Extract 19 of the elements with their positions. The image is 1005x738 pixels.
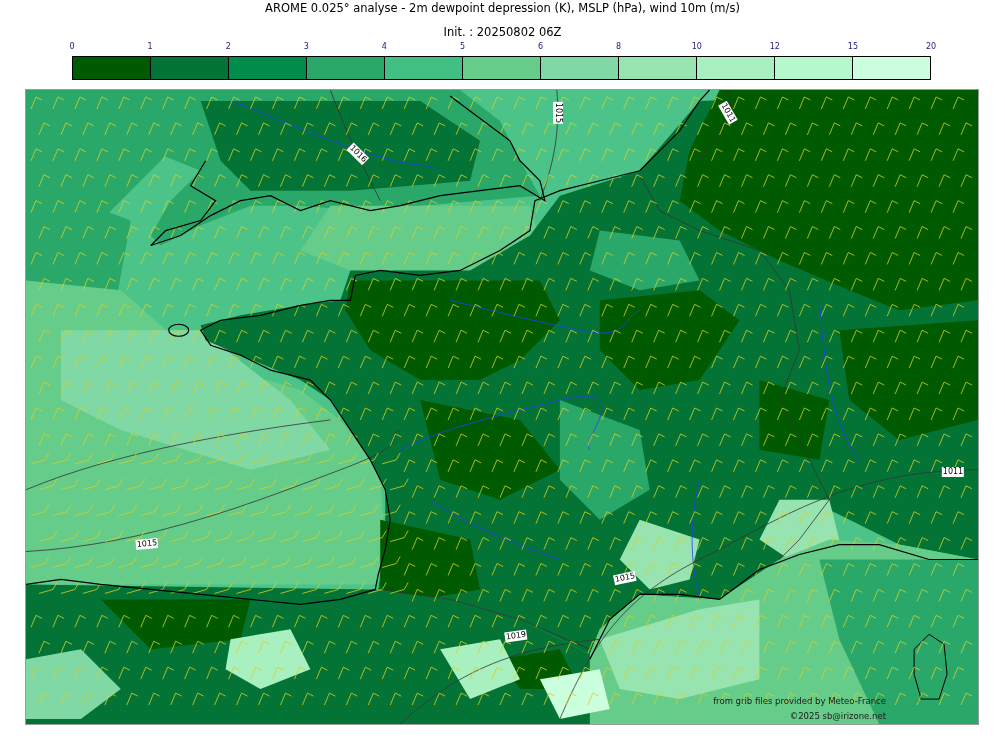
colorbar-tick-label: 6 [538,42,544,52]
colorbar-tick-label: 10 [691,42,702,52]
colorbar-tick-label: 12 [769,42,780,52]
chart-subtitle: Init. : 20250802 06Z [443,24,562,40]
credit-text: ©2025 sb@irizone.net [789,711,886,722]
credit-text: from grib files provided by Meteo-France [713,696,886,707]
isobar-label: 1015 [553,101,563,125]
isobar-label: 1015 [135,538,159,550]
colorbar-tick-label: 1 [147,42,153,52]
colorbar-tick-label: 8 [616,42,622,52]
colorbar-tick-label: 20 [925,42,937,52]
colorbar-tick-label: 15 [847,42,858,52]
colorbar-tick-label: 4 [381,42,387,52]
colorbar-tick-label: 3 [303,42,309,52]
colorbar-tick-label: 0 [69,42,75,52]
isobar-label: 1011 [941,467,965,477]
colorbar-tick-label: 2 [225,42,231,52]
chart-title: AROME 0.025° analyse - 2m dewpoint depression (K), MSLP (hPa), wind 10m (m/s) [265,0,740,16]
colorbar-tick-label: 5 [459,42,465,52]
